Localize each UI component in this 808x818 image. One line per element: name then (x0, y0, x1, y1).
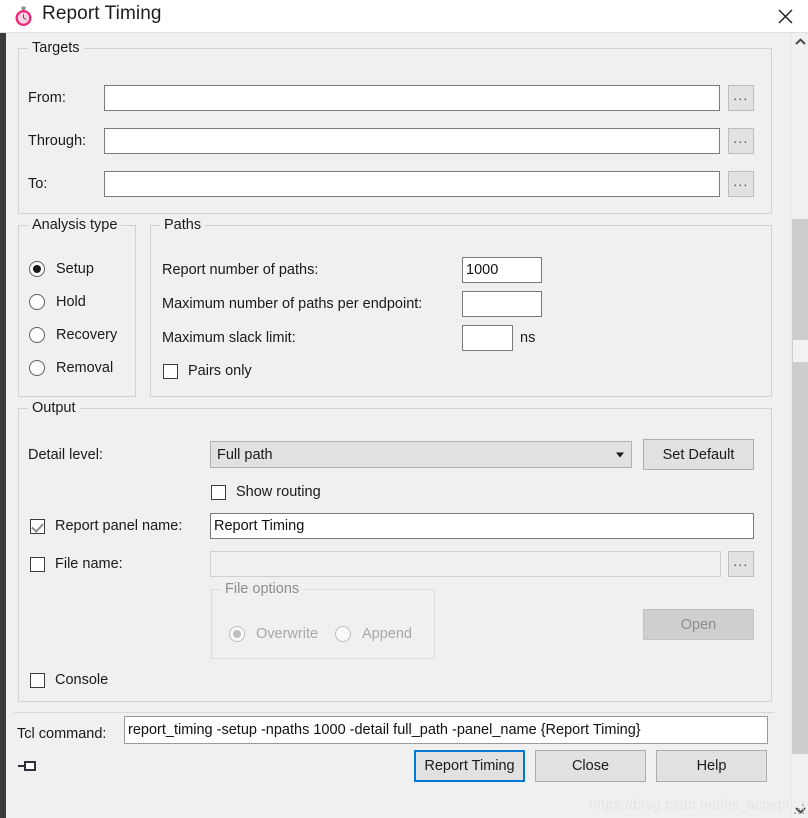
console-label: Console (55, 672, 109, 688)
file-name-box[interactable] (30, 556, 45, 572)
scrollbar-thumb[interactable] (792, 219, 808, 754)
through-input[interactable] (104, 128, 720, 154)
watermark: https://blog.csdn.net/lis_accept (588, 796, 790, 812)
console-checkbox[interactable]: Console (30, 672, 108, 688)
help-button[interactable]: Help (656, 750, 767, 782)
output-legend: Output (28, 400, 80, 416)
stopwatch-icon (13, 6, 34, 27)
to-input[interactable] (104, 171, 720, 197)
vertical-scrollbar[interactable] (791, 33, 808, 818)
close-button[interactable]: Close (535, 750, 646, 782)
analysis-type-legend: Analysis type (28, 217, 122, 233)
show-routing-box[interactable] (211, 484, 226, 500)
radio-overwrite-indicator (229, 626, 245, 642)
radio-hold-indicator[interactable] (29, 294, 45, 310)
window-left-gutter (6, 33, 14, 818)
file-name-label: File name: (55, 556, 123, 572)
scrollbar-thumb-notch (793, 340, 808, 362)
max-slack-unit-label: ns (520, 330, 536, 346)
scrollbar-track[interactable] (792, 50, 808, 801)
radio-recovery-indicator[interactable] (29, 327, 45, 343)
radio-setup-label: Setup (56, 261, 94, 277)
to-label: To: (28, 176, 48, 192)
report-number-of-paths-input[interactable]: 1000 (462, 257, 542, 283)
detail-level-label: Detail level: (28, 447, 103, 463)
report-panel-name-label: Report panel name: (55, 518, 183, 534)
detail-level-value: Full path (217, 446, 273, 463)
show-routing-label: Show routing (236, 484, 321, 500)
radio-removal[interactable]: Removal (29, 360, 113, 376)
set-default-button[interactable]: Set Default (643, 439, 754, 470)
targets-legend: Targets (28, 40, 84, 56)
radio-overwrite-label: Overwrite (256, 626, 319, 642)
report-panel-name-box[interactable] (30, 518, 45, 534)
pairs-only-box[interactable] (163, 363, 178, 379)
radio-removal-indicator[interactable] (29, 360, 45, 376)
tcl-separator (14, 712, 774, 713)
show-routing-checkbox[interactable]: Show routing (211, 484, 321, 500)
through-label: Through: (28, 133, 87, 149)
report-timing-dialog: Report Timing Targets From: ... Through:… (0, 0, 808, 818)
title-bar: Report Timing (0, 0, 808, 33)
radio-setup-indicator[interactable] (29, 261, 45, 277)
through-browse-button[interactable]: ... (728, 128, 754, 154)
max-paths-per-endpoint-input[interactable] (462, 291, 542, 317)
radio-append-label: Append (362, 626, 412, 642)
file-options-legend: File options (221, 581, 304, 597)
from-input[interactable] (104, 85, 720, 111)
report-timing-button[interactable]: Report Timing (414, 750, 525, 782)
radio-recovery[interactable]: Recovery (29, 327, 117, 343)
radio-setup[interactable]: Setup (29, 261, 94, 277)
resize-cursor-icon (18, 759, 38, 777)
pairs-only-checkbox[interactable]: Pairs only (163, 363, 252, 379)
paths-legend: Paths (160, 217, 206, 233)
report-number-of-paths-label: Report number of paths: (162, 262, 319, 278)
radio-hold-label: Hold (56, 294, 86, 310)
close-icon[interactable] (762, 0, 808, 33)
tcl-command-label: Tcl command: (17, 726, 107, 742)
radio-recovery-label: Recovery (56, 327, 118, 343)
window-title: Report Timing (42, 3, 162, 24)
radio-overwrite: Overwrite (229, 626, 318, 642)
file-name-input[interactable] (210, 551, 721, 577)
max-slack-limit-label: Maximum slack limit: (162, 330, 296, 346)
radio-append: Append (335, 626, 412, 642)
tcl-command-input[interactable]: report_timing -setup -npaths 1000 -detai… (124, 716, 768, 744)
radio-removal-label: Removal (56, 360, 114, 376)
max-paths-per-endpoint-label: Maximum number of paths per endpoint: (162, 296, 423, 312)
pairs-only-label: Pairs only (188, 363, 252, 379)
radio-hold[interactable]: Hold (29, 294, 86, 310)
scroll-up-arrow-icon[interactable] (792, 33, 808, 50)
to-browse-button[interactable]: ... (728, 171, 754, 197)
chevron-down-icon[interactable] (616, 452, 624, 457)
radio-append-indicator (335, 626, 351, 642)
report-panel-name-input[interactable]: Report Timing (210, 513, 754, 539)
console-box[interactable] (30, 672, 45, 688)
detail-level-select[interactable]: Full path (210, 441, 632, 468)
file-name-browse-button[interactable]: ... (728, 551, 754, 577)
from-label: From: (28, 90, 66, 106)
report-panel-name-checkbox[interactable]: Report panel name: (30, 518, 182, 534)
file-name-checkbox[interactable]: File name: (30, 556, 123, 572)
resize-grip[interactable] (794, 804, 806, 816)
open-button: Open (643, 609, 754, 640)
file-options-group: File options (211, 581, 435, 659)
from-browse-button[interactable]: ... (728, 85, 754, 111)
max-slack-limit-input[interactable] (462, 325, 513, 351)
